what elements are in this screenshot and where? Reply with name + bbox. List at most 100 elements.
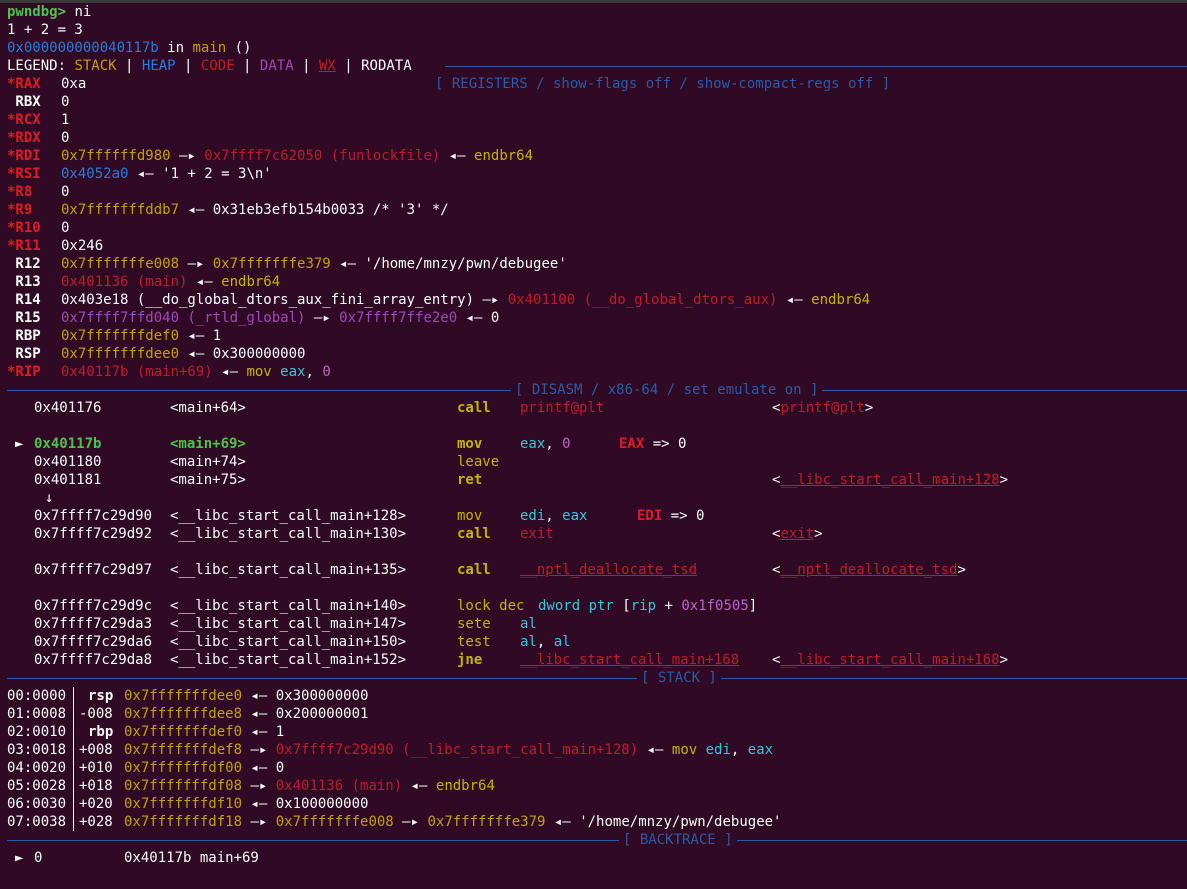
register-value: 0x40117b (main+69) ◂— mov eax, 0	[61, 363, 331, 381]
register-value-part: 1	[61, 112, 70, 128]
register-row: *R11 0x246	[7, 237, 1187, 255]
jump-target: <__nptl_deallocate_tsd>	[772, 562, 966, 578]
disasm-row[interactable]: ↓	[7, 489, 1187, 507]
register-value-part: 0x7ffff7ffd040 (_rtld_global)	[61, 310, 306, 326]
stack-panel: 00:0000 rsp 0x7fffffffdee0 ◂— 0x300000000 0…	[7, 687, 1187, 831]
disasm-row[interactable]: 0x7ffff7c29d97 <__libc_start_call_main+13…	[7, 561, 1187, 579]
register-name: R12	[7, 256, 41, 272]
backtrace-row[interactable]: ► 0 0x40117b main+69	[7, 849, 1187, 867]
disasm-row[interactable]: 0x7ffff7c29da6 <__libc_start_call_main+15…	[7, 633, 1187, 651]
disasm-row[interactable]: 0x7ffff7c29da3 <__libc_start_call_main+14…	[7, 615, 1187, 633]
disasm-row[interactable]: 0x7ffff7c29d9c <__libc_start_call_main+14…	[7, 597, 1187, 615]
register-value-part: 0xa	[61, 76, 87, 92]
disasm-row[interactable]: 0x401181 <main+75> ret <__libc_start_call_m…	[7, 471, 1187, 489]
stack-value-part: 0x7fffffffdf18	[124, 814, 243, 830]
register-name: *RAX	[7, 76, 41, 92]
disasm-separator: [ DISASM / x86-64 / set emulate on ]	[7, 381, 1187, 399]
instruction-mnemonic: jne	[457, 652, 483, 668]
stack-divider	[73, 777, 74, 795]
stack-value-part: 0x7fffffffdf08	[124, 778, 243, 794]
disasm-section-title: [ DISASM / x86-64 / set emulate on ]	[511, 381, 823, 399]
instruction-mnemonic: mov	[457, 508, 483, 524]
register-value-part: 0	[61, 184, 70, 200]
register-value-part: 0x403e18 (__do_global_dtors_aux_fini_arr…	[61, 292, 475, 308]
instruction-address: 0x401180	[34, 454, 102, 470]
disasm-row[interactable]: 0x7ffff7c29da8 <__libc_start_call_main+15…	[7, 651, 1187, 669]
instruction-mnemonic: call	[457, 400, 491, 416]
disasm-blank-row	[7, 579, 1187, 597]
stack-value-part: 0x7fffffffdef0	[124, 724, 243, 740]
register-value-part: 0x7fffffffe008	[61, 256, 180, 272]
stack-divider	[73, 741, 74, 759]
instruction-address: 0x401176	[34, 400, 102, 416]
backtrace-frame-index: 0	[34, 850, 43, 866]
stack-index: 03:0018	[7, 742, 67, 758]
disasm-row[interactable]: 0x7ffff7c29d92 <__libc_start_call_main+13…	[7, 525, 1187, 543]
register-name: *RSI	[7, 166, 41, 182]
operand-part: printf@plt	[520, 400, 605, 416]
operand-part: al	[553, 634, 571, 650]
instruction-symbol: <main+64>	[170, 400, 246, 416]
stack-value: 0x7fffffffdf08 —▸ 0x401136 (main) ◂— end…	[124, 777, 495, 795]
stack-row: 01:0008 -008 0x7fffffffdee8 ◂— 0x200000001	[7, 705, 1187, 723]
stack-index: 00:0000	[7, 688, 67, 704]
register-name: R15	[7, 310, 41, 326]
instruction-symbol: <__libc_start_call_main+152>	[170, 652, 407, 668]
stack-value-part: —▸	[242, 814, 276, 830]
register-row: R14 0x403e18 (__do_global_dtors_aux_fini_…	[7, 291, 1187, 309]
terminal-window[interactable]: pwndbg> ni 1 + 2 = 3 0x000000000040117b …	[0, 0, 1187, 889]
instruction-mnemonic: ret	[457, 472, 483, 488]
register-value: 0x7ffff7ffd040 (_rtld_global) —▸ 0x7ffff…	[61, 309, 499, 327]
stack-section-title: [ STACK ]	[637, 669, 721, 687]
disasm-row[interactable]: ► 0x40117b <main+69> mov eax, 0 EAX => 0	[7, 435, 1187, 453]
stack-value-part: eax	[747, 742, 774, 758]
register-value-part: —▸	[170, 148, 205, 164]
legend-heap: HEAP	[141, 58, 176, 74]
stack-value-part: 0x7fffffffe008	[275, 814, 394, 830]
register-row: R12 0x7fffffffe008 —▸ 0x7fffffffe379 ◂— '…	[7, 255, 1187, 273]
disasm-row[interactable]: 0x401176 <main+64> call printf@plt <printf@p…	[7, 399, 1187, 417]
stack-row: 06:0030 +020 0x7fffffffdf10 ◂— 0x100000000	[7, 795, 1187, 813]
register-value-part: ◂—	[777, 292, 812, 308]
operand-part: exit	[520, 526, 554, 542]
stack-divider	[73, 795, 74, 813]
stack-divider	[73, 705, 74, 723]
register-value: 0x7ffffffd980 —▸ 0x7ffff7c62050 (funlock…	[61, 147, 533, 165]
disasm-row[interactable]: 0x7ffff7c29d90 <__libc_start_call_main+12…	[7, 507, 1187, 525]
instruction-operands: exit	[520, 525, 554, 543]
backtrace-frame: 0x40117b main+69	[124, 850, 259, 866]
register-value-part: ◂— '1 + 2 = 3\n'	[128, 166, 272, 182]
emulation-note: EDI => 0	[637, 508, 705, 524]
legend-rodata: RODATA	[361, 58, 412, 74]
stack-offset: +020	[79, 796, 113, 812]
disasm-blank-row	[7, 543, 1187, 561]
operand-part: eax	[562, 508, 588, 524]
register-row: *R9 0x7fffffffddb7 ◂— 0x31eb3efb154b0033 …	[7, 201, 1187, 219]
location-line: 0x000000000040117b in main ()	[7, 39, 1187, 57]
instruction-operands: eax, 0	[520, 435, 571, 453]
operand-part: __nptl_deallocate_tsd	[520, 562, 698, 578]
operand-part: ,	[545, 436, 563, 452]
register-value-part: ◂— 0x31eb3efb154b0033 /* '3' */	[179, 202, 449, 218]
register-value: 0x246	[61, 237, 103, 255]
instruction-address: 0x7ffff7c29da3	[34, 616, 153, 632]
instruction-symbol: <__libc_start_call_main+150>	[170, 634, 407, 650]
stack-index: 05:0028	[7, 778, 67, 794]
operand-part: [	[613, 598, 631, 614]
register-value-part: 0	[61, 130, 70, 146]
instruction-operands: edi, eax	[520, 507, 587, 525]
register-value-part: 0	[322, 364, 331, 380]
stack-row: 05:0028 +018 0x7fffffffdf08 —▸ 0x401136 (m…	[7, 777, 1187, 795]
instruction-symbol: <__libc_start_call_main+147>	[170, 616, 407, 632]
stack-value: 0x7fffffffdee0 ◂— 0x300000000	[124, 687, 368, 705]
stack-row: 00:0000 rsp 0x7fffffffdee0 ◂— 0x300000000	[7, 687, 1187, 705]
register-name: R13	[7, 274, 41, 290]
legend-data: DATA	[259, 58, 294, 74]
register-value-part: endbr64	[474, 148, 534, 164]
jump-arrow-icon: ↓	[45, 490, 54, 506]
command-text: ni	[74, 4, 92, 20]
register-row: *RDX 0	[7, 129, 1187, 147]
instruction-mnemonic: lock dec	[457, 598, 525, 614]
stack-register: rsp	[88, 688, 114, 704]
disasm-row[interactable]: 0x401180 <main+74> leave	[7, 453, 1187, 471]
